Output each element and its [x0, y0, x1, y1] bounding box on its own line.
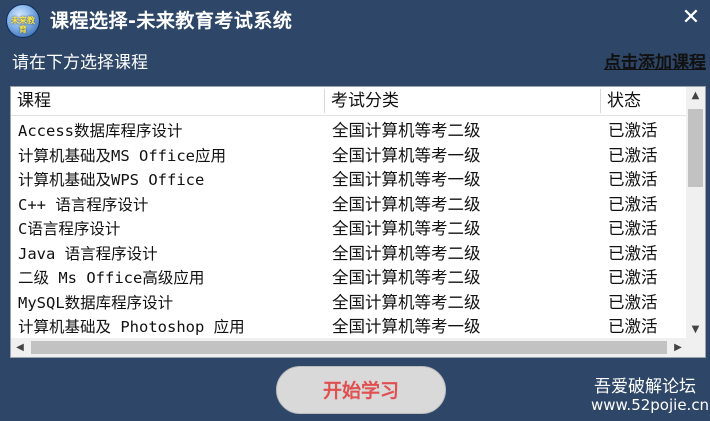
table-row[interactable]: 计算机基础及MS Office应用 全国计算机等考一级 已激活: [11, 144, 687, 168]
watermark-url: www.52pojie.cn: [591, 396, 710, 414]
add-course-link[interactable]: 点击添加课程: [604, 48, 706, 73]
course-select-window: 未来教育 课程选择-未来教育考试系统 ✕ 请在下方选择课程 点击添加课程 课程 …: [0, 0, 710, 421]
course-category: 全国计算机等考一级: [332, 170, 481, 189]
list-header: 课程 考试分类 状态: [11, 87, 687, 116]
course-status: 已激活: [608, 146, 658, 165]
course-name: C语言程序设计: [18, 220, 121, 238]
column-header-status[interactable]: 状态: [601, 87, 687, 115]
course-name: Java 语言程序设计: [18, 245, 158, 263]
column-header-course[interactable]: 课程: [11, 87, 323, 115]
course-name: 计算机基础及MS Office应用: [18, 147, 226, 165]
course-status: 已激活: [608, 121, 658, 140]
table-row[interactable]: C++ 语言程序设计 全国计算机等考二级 已激活: [11, 193, 687, 217]
title-bar[interactable]: 未来教育 课程选择-未来教育考试系统 ✕: [0, 0, 710, 40]
course-category: 全国计算机等考二级: [332, 219, 481, 238]
course-name: 计算机基础及WPS Office: [18, 171, 205, 189]
start-learning-button[interactable]: 开始学习: [276, 366, 446, 414]
vertical-scroll-thumb[interactable]: [688, 109, 703, 187]
scroll-up-icon[interactable]: ▲: [686, 87, 705, 105]
course-category: 全国计算机等考二级: [332, 121, 481, 140]
course-list[interactable]: 课程 考试分类 状态 Access数据库程序设计 全国计算机等考二级 已激活 计…: [10, 86, 706, 358]
logo-text: 未来教育: [11, 16, 35, 34]
course-name: MySQL数据库程序设计: [18, 294, 174, 312]
course-status: 已激活: [608, 268, 658, 287]
course-name: 二级 Ms Office高级应用: [18, 269, 205, 287]
table-row[interactable]: C语言程序设计 全国计算机等考二级 已激活: [11, 217, 687, 241]
table-row[interactable]: 二级 Ms Office高级应用 全国计算机等考二级 已激活: [11, 266, 687, 290]
scroll-left-icon[interactable]: ◀: [11, 338, 29, 357]
scrollbar-corner: [686, 338, 705, 357]
scroll-down-icon[interactable]: ▼: [686, 321, 705, 339]
course-status: 已激活: [608, 195, 658, 214]
vertical-scrollbar[interactable]: ▲ ▼: [686, 87, 705, 339]
app-logo-icon: 未来教育: [6, 4, 40, 38]
course-name: Access数据库程序设计: [18, 122, 183, 140]
table-row[interactable]: Java 语言程序设计 全国计算机等考二级 已激活: [11, 242, 687, 266]
column-header-category[interactable]: 考试分类: [325, 87, 601, 115]
window-title: 课程选择-未来教育考试系统: [50, 10, 293, 32]
table-row[interactable]: 计算机基础及 Photoshop 应用 全国计算机等考一级 已激活: [11, 315, 687, 337]
scroll-right-icon[interactable]: ▶: [669, 338, 687, 357]
horizontal-scrollbar[interactable]: ◀ ▶: [11, 338, 687, 357]
table-row[interactable]: 计算机基础及WPS Office 全国计算机等考一级 已激活: [11, 168, 687, 192]
course-category: 全国计算机等考一级: [332, 146, 481, 165]
course-status: 已激活: [608, 317, 658, 336]
select-prompt: 请在下方选择课程: [12, 53, 148, 73]
course-status: 已激活: [608, 244, 658, 263]
table-row[interactable]: Access数据库程序设计 全国计算机等考二级 已激活: [11, 119, 687, 143]
course-name: 计算机基础及 Photoshop 应用: [18, 318, 245, 336]
horizontal-scroll-thumb[interactable]: [31, 341, 667, 354]
course-category: 全国计算机等考一级: [332, 317, 481, 336]
watermark-site-name: 吾爱破解论坛: [594, 377, 696, 397]
close-icon[interactable]: ✕: [678, 4, 704, 32]
course-category: 全国计算机等考二级: [332, 195, 481, 214]
course-category: 全国计算机等考二级: [332, 244, 481, 263]
course-name: C++ 语言程序设计: [18, 196, 149, 214]
course-category: 全国计算机等考二级: [332, 268, 481, 287]
table-row[interactable]: MySQL数据库程序设计 全国计算机等考二级 已激活: [11, 291, 687, 315]
course-status: 已激活: [608, 219, 658, 238]
course-status: 已激活: [608, 293, 658, 312]
course-category: 全国计算机等考二级: [332, 293, 481, 312]
list-rows: Access数据库程序设计 全国计算机等考二级 已激活 计算机基础及MS Off…: [11, 117, 687, 337]
course-status: 已激活: [608, 170, 658, 189]
